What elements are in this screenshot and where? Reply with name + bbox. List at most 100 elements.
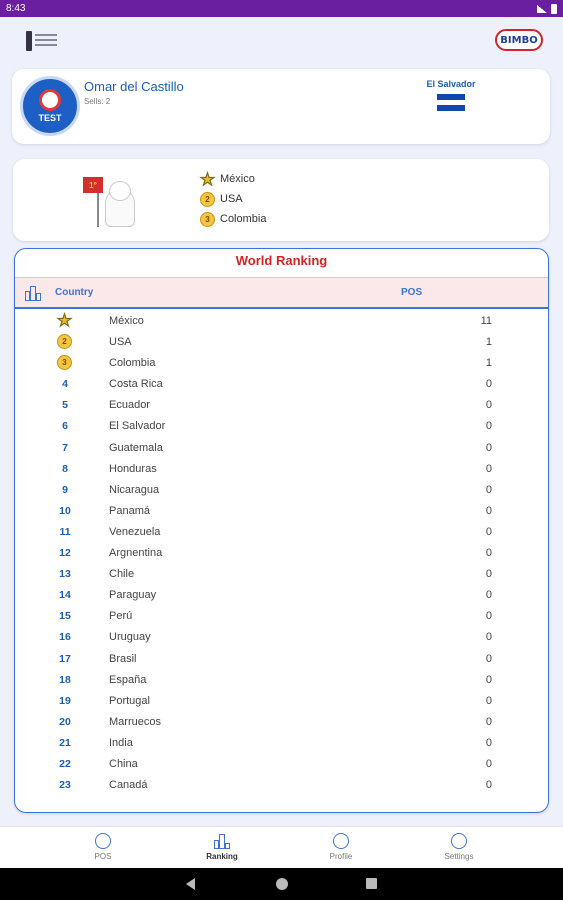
- rank-pos-value: 0: [485, 694, 492, 707]
- nav-item-pos[interactable]: POS: [68, 833, 138, 861]
- user-name: Omar del Castillo: [84, 79, 184, 94]
- podium-card: 1° ★ México 2 USA 3 Colombia: [13, 159, 549, 241]
- ranking-list: ★ México 11 2 USA 1 3 Colombia 1 4 Costa Rica 0 5 Ecu…: [15, 311, 548, 796]
- rank-number: 19: [59, 694, 71, 707]
- back-icon[interactable]: [186, 878, 195, 890]
- status-bar: 8:43: [0, 0, 563, 17]
- country-flag-icon: [437, 94, 465, 112]
- ranking-row: 10 Panamá 0: [15, 501, 548, 522]
- rank-country-name: Costa Rica: [109, 378, 163, 391]
- ranking-row: 21 India 0: [15, 733, 548, 754]
- ranking-row: 23 Canadá 0: [15, 775, 548, 796]
- rank-country-name: Colombia: [109, 357, 156, 370]
- signal-icon: [537, 4, 547, 13]
- nav-label: POS: [94, 852, 112, 861]
- bimbo-logo: BIMBO: [495, 29, 543, 51]
- rank-country-name: Uruguay: [109, 631, 151, 644]
- nav-label: Ranking: [206, 852, 238, 861]
- nav-item-profile[interactable]: Profile: [306, 833, 376, 861]
- rank-country-name: Honduras: [109, 462, 157, 475]
- rank-number: 8: [62, 462, 68, 475]
- ranking-row: 6 El Salvador 0: [15, 416, 548, 437]
- system-navigation-bar: [0, 868, 563, 900]
- rank-medal: 3: [57, 355, 72, 371]
- ranking-row: 3 Colombia 1: [15, 353, 548, 374]
- gear-icon: [451, 833, 467, 849]
- rank-country-name: USA: [109, 336, 132, 349]
- podium-item: 3 Colombia: [200, 209, 266, 231]
- star-gold-icon: ★: [56, 311, 73, 330]
- user-badge-avatar: TEST: [20, 76, 80, 136]
- rank-number: 18: [59, 673, 71, 686]
- ranking-icon: [214, 833, 230, 849]
- ranking-row: 17 Brasil 0: [15, 649, 548, 670]
- profile-card: TEST Omar del Castillo Sells: 2 El Salva…: [12, 69, 550, 144]
- recent-apps-icon[interactable]: [366, 878, 377, 889]
- first-place-pennant: 1°: [83, 177, 103, 193]
- rank-country-name: México: [109, 315, 144, 327]
- battery-icon: [551, 3, 557, 14]
- rank-pos-value: 0: [485, 736, 492, 749]
- ranking-row: 22 China 0: [15, 754, 548, 775]
- mascot-flag-illustration: 1°: [79, 171, 141, 229]
- rank-pos-value: 0: [485, 399, 492, 412]
- rank-country-name: Paraguay: [109, 589, 157, 602]
- rank-pos-value: 0: [485, 525, 492, 538]
- rank-country-name: Marruecos: [109, 715, 161, 728]
- ranking-row: 7 Guatemala 0: [15, 438, 548, 459]
- star-gold-icon: ★: [199, 169, 216, 189]
- rank-number: 4: [62, 378, 68, 391]
- ranking-row: 15 Perú 0: [15, 606, 548, 627]
- rank-number: 23: [59, 779, 71, 792]
- column-header-country: Country: [55, 287, 94, 298]
- rank-number: 12: [59, 547, 71, 560]
- rank-country-name: Nicaragua: [109, 483, 160, 496]
- rank-number: 7: [62, 441, 68, 454]
- nav-label: Profile: [329, 852, 353, 861]
- ranking-podium-icon: [25, 286, 41, 301]
- ranking-row: 5 Ecuador 0: [15, 395, 548, 416]
- status-time: 8:43: [6, 3, 26, 14]
- rank-pos-value: 0: [485, 715, 492, 728]
- rank-number: 17: [59, 652, 71, 665]
- rank-number: 13: [59, 568, 71, 581]
- rank-pos-value: 0: [485, 462, 492, 475]
- rank-pos-value: 0: [485, 504, 492, 517]
- rank-number: 11: [59, 525, 71, 538]
- rank-pos-value: 1: [485, 336, 492, 349]
- rank-number: 10: [59, 504, 71, 517]
- rank-country-name: España: [109, 673, 147, 686]
- rank-number: 15: [59, 610, 71, 623]
- rank-medal: 2: [57, 334, 72, 350]
- ranking-row: 13 Chile 0: [15, 564, 548, 585]
- ranking-row: 18 España 0: [15, 670, 548, 691]
- rank-number: 5: [62, 399, 68, 412]
- podium-item: ★ México: [200, 169, 266, 189]
- rank-pos-value: 0: [485, 673, 492, 686]
- rank-country-name: Perú: [109, 610, 133, 623]
- brand-logo-left: [26, 31, 58, 51]
- podium-country: USA: [220, 193, 243, 205]
- rank-pos-value: 0: [485, 652, 492, 665]
- nav-item-ranking[interactable]: Ranking: [187, 833, 257, 861]
- ranking-row: 14 Paraguay 0: [15, 585, 548, 606]
- home-icon[interactable]: [276, 878, 288, 890]
- rank-pos-value: 0: [485, 547, 492, 560]
- rank-country-name: Portugal: [109, 694, 150, 707]
- rank-country-name: Ecuador: [109, 399, 150, 412]
- rank-number: 22: [59, 757, 71, 770]
- rank-country-name: Guatemala: [109, 441, 163, 454]
- rank-country-name: Brasil: [109, 652, 137, 665]
- badge-label: TEST: [38, 113, 62, 123]
- medal-2-icon: 2: [200, 191, 215, 211]
- rank-pos-value: 0: [485, 779, 492, 792]
- profile-icon: [333, 833, 349, 849]
- rank-pos-value: 0: [485, 568, 492, 581]
- rank-number: 6: [62, 420, 68, 433]
- user-sells: Sells: 2: [84, 97, 111, 106]
- rank-number: 14: [59, 589, 71, 602]
- nav-item-settings[interactable]: Settings: [424, 833, 494, 861]
- rank-pos-value: 0: [485, 757, 492, 770]
- rank-country-name: Chile: [109, 568, 135, 581]
- world-ranking-card: World Ranking Country POS ★ México 11 2 USA 1…: [14, 248, 549, 813]
